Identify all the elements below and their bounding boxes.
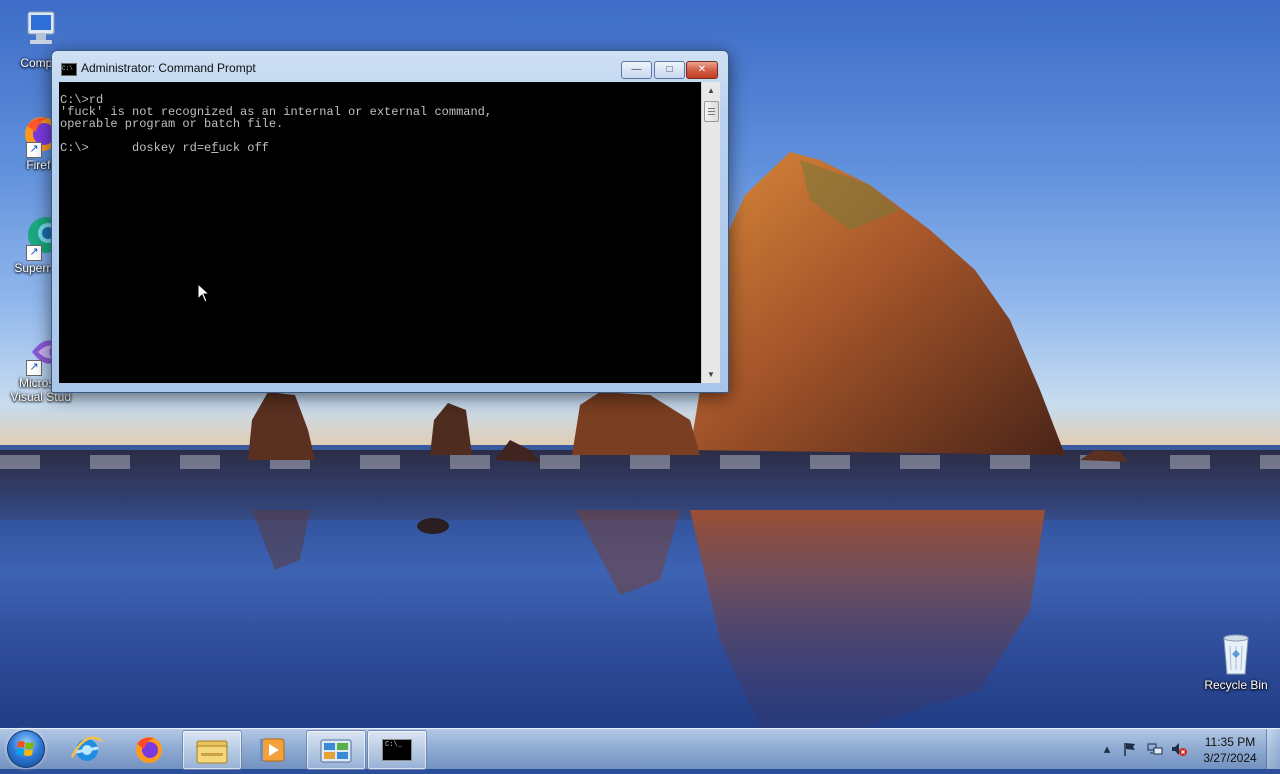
windows-logo-icon	[16, 741, 34, 756]
taskbar-media-player[interactable]	[244, 730, 302, 768]
control-panel-icon	[320, 739, 352, 763]
action-center-flag-icon[interactable]	[1122, 741, 1138, 757]
internet-explorer-icon	[70, 736, 103, 761]
file-explorer-icon	[196, 740, 228, 764]
command-prompt-icon: C:\	[61, 63, 77, 76]
console-line: operable program or batch file.	[60, 117, 284, 131]
cmd-icon-text: C:\_	[385, 741, 402, 749]
vertical-scrollbar[interactable]: ▲ ▼	[701, 82, 720, 383]
shortcut-arrow-icon: ↗	[26, 245, 42, 261]
console-input-text: uck off	[218, 141, 269, 155]
taskbar-file-explorer[interactable]	[182, 730, 242, 770]
console-output[interactable]: C:\>rd 'fuck' is not recognized as an in…	[59, 82, 701, 383]
firefox-icon: ↗	[12, 112, 59, 158]
volume-muted-icon[interactable]	[1171, 741, 1187, 757]
close-button[interactable]: ✕	[686, 61, 718, 79]
scroll-up-icon[interactable]: ▲	[702, 82, 720, 99]
clock-time: 11:35 PM	[1204, 735, 1256, 749]
network-icon[interactable]	[1147, 741, 1163, 757]
taskbar-internet-explorer[interactable]	[58, 730, 116, 768]
console-input-line[interactable]: C:\> doskey rd=efuck off	[59, 142, 701, 154]
app-icon: ↗	[12, 215, 64, 261]
mouse-pointer-icon	[197, 283, 211, 303]
shortcut-arrow-icon: ↗	[26, 142, 42, 158]
window-title: Administrator: Command Prompt	[81, 61, 256, 75]
maximize-icon: □	[666, 64, 673, 75]
minimize-icon: —	[631, 64, 642, 75]
clock-date: 3/27/2024	[1203, 751, 1257, 765]
console-prompt-text: C:\> doskey rd=e	[60, 141, 212, 155]
command-prompt-icon: C:\_	[382, 739, 412, 761]
show-desktop-button[interactable]	[1266, 729, 1280, 769]
recycle-bin-icon	[1214, 632, 1258, 676]
show-hidden-icons[interactable]: ▴	[1099, 741, 1115, 757]
desktop-icon-label: Recycle Bin	[1204, 678, 1268, 692]
media-player-icon	[260, 738, 285, 762]
command-prompt-window[interactable]: C:\ Administrator: Command Prompt — □ ✕ …	[51, 50, 729, 393]
close-icon: ✕	[697, 64, 707, 75]
window-titlebar[interactable]: C:\ Administrator: Command Prompt — □ ✕	[52, 51, 728, 81]
scroll-down-icon[interactable]: ▼	[702, 366, 720, 383]
shortcut-arrow-icon: ↗	[26, 360, 42, 376]
taskbar-control-panel[interactable]	[306, 730, 366, 770]
desktop-icon-recycle-bin[interactable]: Recycle Bin	[1199, 632, 1273, 692]
taskbar: C:\_ ▴ 11:35 PM 3/27/2024	[0, 728, 1280, 770]
computer-icon	[12, 10, 56, 54]
scrollbar-thumb[interactable]	[704, 101, 719, 122]
taskbar-command-prompt[interactable]: C:\_	[367, 730, 427, 770]
maximize-button[interactable]: □	[654, 61, 685, 79]
visual-studio-icon: ↗	[12, 330, 56, 376]
start-button[interactable]	[7, 730, 45, 768]
taskbar-firefox[interactable]	[120, 730, 178, 768]
minimize-button[interactable]: —	[621, 61, 652, 79]
system-clock[interactable]: 11:35 PM 3/27/2024	[1199, 734, 1261, 766]
firefox-icon	[136, 737, 162, 763]
